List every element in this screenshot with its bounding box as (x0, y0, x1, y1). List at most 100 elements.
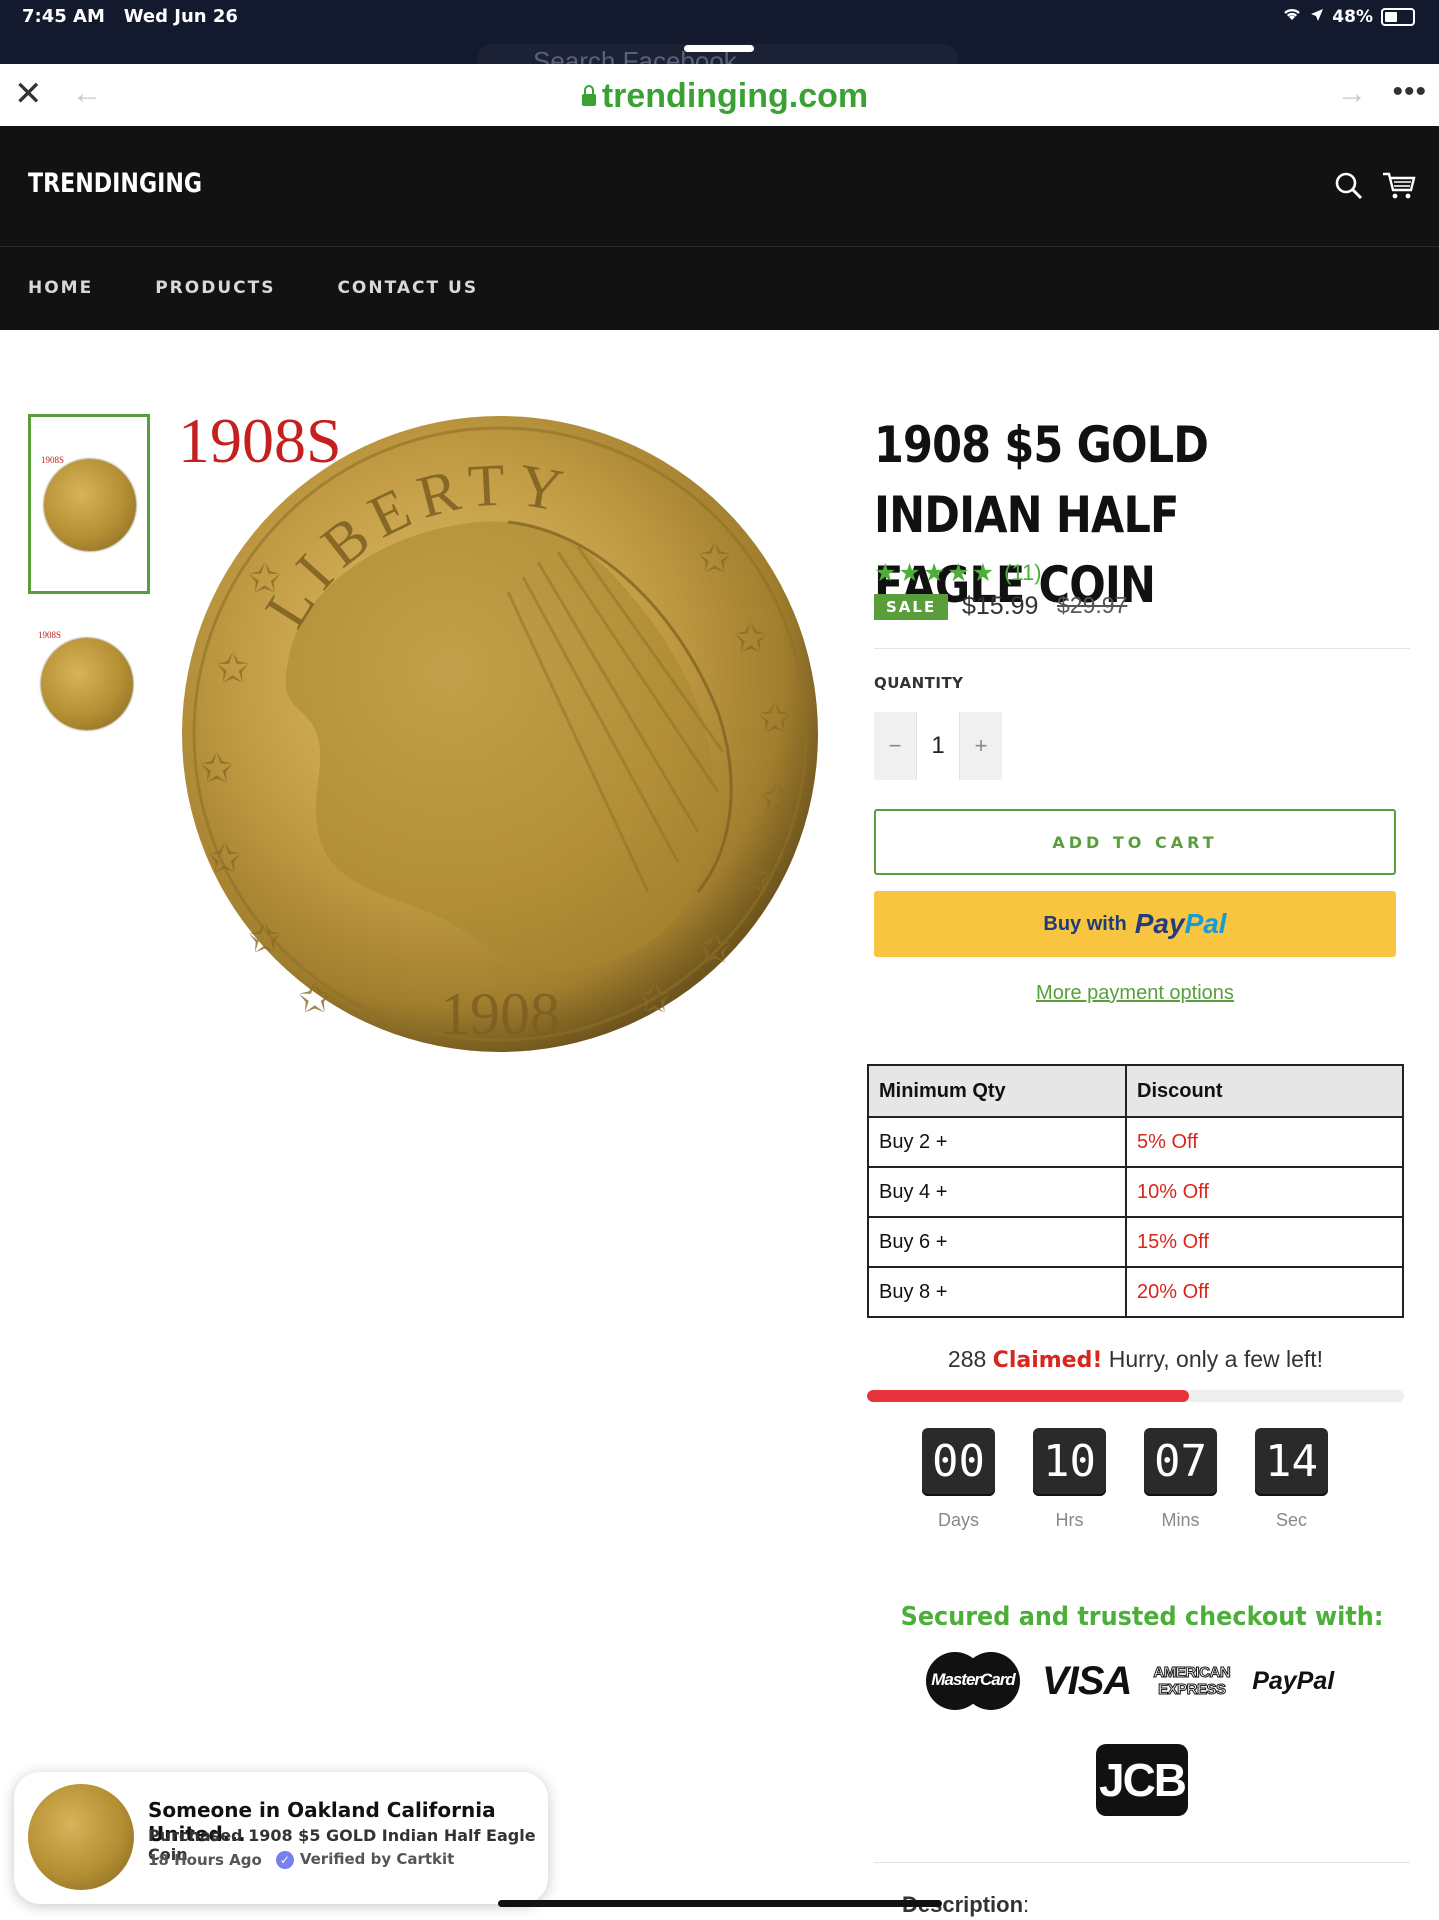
compare-price: $29.97 (1057, 592, 1128, 618)
quantity-label: QUANTITY (874, 674, 964, 692)
quantity-increase-button[interactable]: + (960, 712, 1002, 780)
svg-text:1908: 1908 (440, 981, 560, 1047)
add-to-cart-button[interactable]: ADD TO CART (874, 809, 1396, 875)
table-cell-qty: Buy 6 + (867, 1216, 1127, 1268)
battery-percent: 48% (1332, 6, 1373, 27)
rating-stars[interactable]: ★ ★ ★ ★ ★ (11) (874, 560, 1042, 586)
svg-text:✩: ✩ (200, 747, 234, 791)
location-icon (1310, 7, 1324, 27)
product-main-image[interactable]: ✩ ✩ ✩ ✩ ✩ ✩ ✩ ✩ ✩ ✩ ✩ ✩ ✩ 1908 LIBERTY (178, 412, 822, 1056)
popup-time: 18 Hours Ago (148, 1850, 262, 1869)
table-cell-discount: 15% Off (1125, 1216, 1404, 1268)
table-row: Buy 4 + 10% Off (867, 1166, 1404, 1218)
svg-text:✩: ✩ (208, 837, 242, 881)
time-text: 7:45 AM (22, 6, 105, 27)
countdown-days: 00 Days (922, 1428, 995, 1531)
star-icon: ★ (898, 559, 921, 587)
browser-url-bar: ✕ ← trendinging.com → ••• (0, 64, 1439, 126)
paypal-card-logo: PayPal (1252, 1666, 1335, 1695)
countdown-value: 14 (1255, 1428, 1328, 1496)
verified-check-icon: ✓ (275, 1851, 294, 1869)
hurry-text: Hurry, only a few left! (1108, 1346, 1324, 1372)
countdown-value: 10 (1033, 1428, 1106, 1496)
wifi-icon (1282, 6, 1302, 27)
table-cell-discount: 10% Off (1125, 1166, 1404, 1218)
mastercard-text: MasterCard (931, 1670, 1016, 1689)
svg-text:✩: ✩ (758, 697, 792, 741)
svg-text:✩: ✩ (698, 927, 732, 971)
secured-checkout-heading: Secured and trusted checkout with: (900, 1602, 1384, 1632)
svg-text:✩: ✩ (248, 917, 282, 961)
star-icon: ★ (971, 559, 995, 587)
table-header-discount: Discount (1125, 1064, 1404, 1118)
visa-logo: VISA (1042, 1658, 1132, 1703)
nav-contact-us[interactable]: CONTACT US (337, 278, 478, 298)
table-row: Buy 2 + 5% Off (867, 1116, 1404, 1168)
site-logo[interactable]: TRENDINGING (28, 168, 202, 199)
svg-text:✩: ✩ (698, 537, 732, 581)
svg-text:✩: ✩ (298, 977, 332, 1021)
battery-icon (1381, 7, 1415, 26)
status-time: 7:45 AM Wed Jun 26 (22, 6, 238, 27)
more-payment-options-link[interactable]: More payment options (874, 982, 1396, 1005)
date-text: Wed Jun 26 (123, 6, 238, 27)
quantity-decrease-button[interactable]: − (874, 712, 916, 780)
forward-arrow-icon[interactable]: → (1337, 74, 1367, 114)
review-count[interactable]: (11) (1004, 560, 1042, 586)
home-indicator[interactable] (498, 1900, 942, 1907)
thumb-label: 1908S (41, 455, 65, 465)
amex-text-2: EXPRESS (1158, 1681, 1227, 1699)
countdown-hours: 10 Hrs (1033, 1428, 1106, 1531)
url-text: trendinging.com (601, 77, 869, 115)
coin-back-thumb-image (41, 638, 133, 730)
description-colon: : (1023, 1892, 1030, 1917)
table-row: Buy 8 + 20% Off (867, 1266, 1404, 1318)
table-cell-discount: 5% Off (1125, 1116, 1404, 1168)
site-header: TRENDINGING HOME PRODUCTS CONTACT US (0, 126, 1439, 330)
star-icon: ★ (874, 559, 897, 587)
countdown-value: 07 (1144, 1428, 1217, 1496)
mastercard-logo: MasterCard (926, 1652, 1020, 1710)
paypal-checkout-button[interactable]: Buy with PayPal (874, 891, 1396, 957)
sale-badge: SALE (874, 594, 949, 620)
cart-icon[interactable] (1379, 168, 1419, 204)
nav-home[interactable]: HOME (28, 278, 93, 298)
more-options-icon[interactable]: ••• (1392, 72, 1427, 112)
countdown-label: Hrs (1055, 1510, 1084, 1530)
nav-products[interactable]: PRODUCTS (155, 278, 275, 298)
table-cell-qty: Buy 8 + (867, 1266, 1127, 1318)
popup-product-image (28, 1784, 134, 1890)
url-display[interactable]: trendinging.com (560, 76, 890, 116)
back-arrow-icon[interactable]: ← (72, 74, 102, 114)
table-cell-discount: 20% Off (1125, 1266, 1404, 1318)
quantity-discount-table: Minimum Qty Discount Buy 2 + 5% Off Buy … (867, 1064, 1404, 1318)
countdown-timer: 00 Days 10 Hrs 07 Mins 14 Sec (922, 1428, 1328, 1531)
close-icon[interactable]: ✕ (14, 74, 43, 114)
table-cell-qty: Buy 4 + (867, 1166, 1127, 1218)
search-icon[interactable] (1331, 168, 1367, 204)
countdown-minutes: 07 Mins (1144, 1428, 1217, 1531)
status-bar: 7:45 AM Wed Jun 26 Search Facebook 48% (0, 0, 1439, 64)
stock-progress-fill (867, 1390, 1190, 1402)
paypal-button-prefix: Buy with (1043, 912, 1127, 935)
payment-methods: MasterCard VISA AMERICAN EXPRESS PayPal (926, 1652, 1334, 1710)
verified-text: Verified by Cartkit (299, 1850, 455, 1868)
amex-text-1: AMERICAN (1153, 1664, 1231, 1682)
star-icon: ★ (947, 559, 970, 587)
product-thumbnail-back[interactable]: 1908S (28, 630, 150, 744)
recent-purchase-popup[interactable]: Someone in Oakland California United... … (14, 1772, 548, 1904)
table-cell-qty: Buy 2 + (867, 1116, 1127, 1168)
quantity-input[interactable]: 1 (916, 712, 960, 780)
claimed-message: 288 Claimed! Hurry, only a few left! (867, 1346, 1404, 1373)
product-thumbnail-front[interactable]: 1908S (28, 414, 150, 594)
thumb-label: 1908S (38, 630, 62, 640)
sale-price: $15.99 (962, 592, 1039, 620)
divider (874, 1862, 1410, 1863)
countdown-seconds: 14 Sec (1255, 1428, 1328, 1531)
quantity-stepper: − 1 + (874, 712, 1002, 780)
sheet-grabber[interactable] (684, 45, 754, 52)
svg-text:✩: ✩ (734, 617, 768, 661)
image-year-label: 1908S (178, 405, 342, 476)
svg-text:✩: ✩ (760, 777, 794, 821)
paypal-logo: PayPal (1134, 908, 1227, 939)
